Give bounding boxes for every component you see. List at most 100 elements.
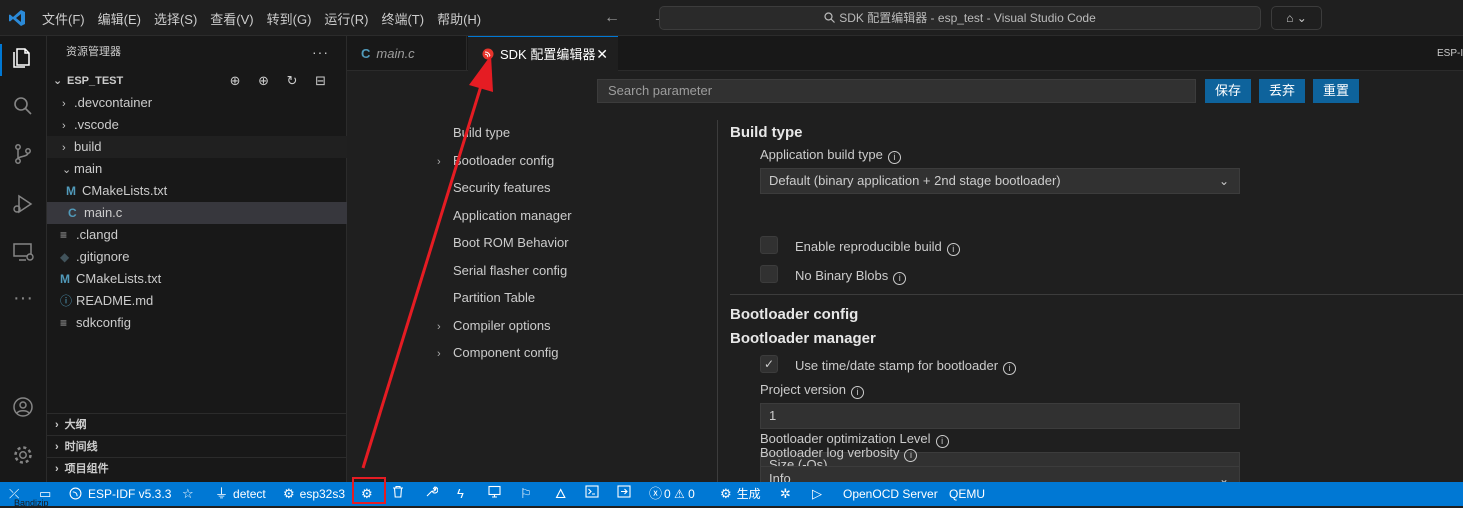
search-icon: [824, 12, 836, 23]
port-detect[interactable]: ⏚ detect: [215, 485, 266, 503]
source-control-icon[interactable]: [11, 142, 35, 166]
nav-item-label: Serial flasher config: [453, 263, 568, 278]
active-indicator: [0, 44, 2, 76]
project-version-label: Project version i: [760, 382, 864, 399]
save-button[interactable]: 保存: [1205, 79, 1251, 103]
nav-item-label: Build type: [453, 125, 511, 140]
nav-item-security-features[interactable]: Security features: [437, 177, 551, 199]
menu-file[interactable]: 文件(F): [42, 9, 85, 28]
tab-right-label[interactable]: ESP-I: [1437, 36, 1463, 71]
app-build-type-select[interactable]: Default (binary application + 2nd stage …: [760, 168, 1240, 194]
nav-item-serial-flasher-config[interactable]: Serial flasher config: [437, 260, 567, 282]
build-type-heading: Build type: [730, 124, 803, 141]
info-icon[interactable]: i: [887, 151, 901, 164]
tree-item-readme[interactable]: ⓘ README.md: [47, 290, 347, 312]
esp-idf-version[interactable]: ESP-IDF v5.3.3: [69, 485, 171, 503]
qemu[interactable]: QEMU: [949, 485, 985, 503]
command-center[interactable]: SDK 配置编辑器 - esp_test - Visual Studio Cod…: [659, 6, 1261, 30]
folder-tools-icons[interactable]: ⊕ ⊕ ↻ ⊟: [230, 70, 333, 92]
menu-help[interactable]: 帮助(H): [437, 9, 481, 28]
flash-icon[interactable]: ϟ: [457, 485, 469, 503]
tree-item-clangd[interactable]: ≡ .clangd: [47, 224, 347, 246]
target-chip[interactable]: ⚙ esp32s3: [283, 485, 345, 503]
tree-item-vscode[interactable]: › .vscode: [47, 114, 347, 136]
settings-gear-icon[interactable]: [11, 443, 35, 467]
copilot-button[interactable]: ⌂ ⌄: [1271, 6, 1322, 30]
tree-item-main[interactable]: ⌄ main: [47, 158, 347, 180]
project-version-input[interactable]: 1: [760, 403, 1240, 429]
menu-view[interactable]: 查看(V): [210, 9, 253, 28]
tree-item-devcontainer[interactable]: › .devcontainer: [47, 92, 347, 114]
remote-explorer-icon[interactable]: [11, 240, 35, 264]
menu-terminal[interactable]: 终端(T): [381, 9, 424, 28]
terminal-icon[interactable]: [585, 485, 599, 503]
tree-item-sdkconfig[interactable]: ≡ sdkconfig: [47, 312, 347, 334]
nav-item-application-manager[interactable]: Application manager: [437, 205, 572, 227]
debug-icon[interactable]: ⚐: [520, 485, 537, 503]
account-icon[interactable]: [11, 395, 35, 419]
vscode-logo-icon[interactable]: [8, 9, 26, 27]
section-timeline[interactable]: › 时间线: [47, 435, 347, 457]
section-project-components[interactable]: › 项目组件: [47, 457, 347, 479]
reproducible-build-checkbox[interactable]: [760, 236, 778, 254]
tree-item-gitignore[interactable]: ◆ .gitignore: [47, 246, 347, 268]
timestamp-label: Use time/date stamp for bootloader i: [795, 358, 1017, 375]
label-text: Project version: [760, 382, 846, 397]
more-actions-icon[interactable]: ···: [312, 36, 329, 69]
tree-item-cmakelists-main[interactable]: M CMakeLists.txt: [47, 180, 347, 202]
tab-main-c[interactable]: Cmain.c: [347, 36, 467, 71]
tree-item-cmakelists-root[interactable]: M CMakeLists.txt: [47, 268, 347, 290]
fullclean-trash-icon[interactable]: [392, 485, 404, 503]
info-icon[interactable]: i: [946, 243, 960, 256]
nav-item-label: Partition Table: [453, 290, 536, 305]
timestamp-checkbox[interactable]: ✓: [760, 355, 778, 373]
build-task[interactable]: ⚙ 生成: [720, 485, 761, 503]
gear-icon: ⚙: [720, 486, 732, 501]
tree-item-build[interactable]: › build: [47, 136, 347, 158]
menu-edit[interactable]: 编辑(E): [98, 9, 141, 28]
nav-item-build-type[interactable]: Build type: [437, 122, 510, 144]
nav-item-partition-table[interactable]: Partition Table: [437, 287, 535, 309]
nav-item-bootloader-config[interactable]: › Bootloader config: [437, 150, 554, 172]
menu-selection[interactable]: 选择(S): [154, 9, 197, 28]
openocd-server[interactable]: OpenOCD Server: [843, 485, 938, 503]
nav-item-label: Bootloader config: [453, 153, 555, 168]
build-wrench-icon[interactable]: [425, 485, 439, 503]
bug-icon[interactable]: ✲: [780, 485, 796, 503]
run-debug-icon[interactable]: [11, 192, 35, 216]
no-binary-blobs-checkbox[interactable]: [760, 265, 778, 283]
workspace-folder[interactable]: ⌄ ESP_TEST ⊕ ⊕ ↻ ⊟: [47, 70, 347, 92]
menu-run[interactable]: 运行(R): [324, 9, 368, 28]
explorer-icon[interactable]: [11, 46, 35, 70]
problems-indicator[interactable]: ⓧ 0 ⚠ 0: [649, 485, 695, 503]
close-icon[interactable]: ✕: [596, 37, 608, 72]
tree-item-main-c[interactable]: Cmain.c: [47, 202, 347, 224]
monitor-icon[interactable]: [488, 485, 501, 503]
nav-item-component-config[interactable]: › Component config: [437, 342, 559, 364]
info-icon[interactable]: i: [893, 272, 907, 285]
run-task-icon[interactable]: [617, 485, 631, 503]
info-icon[interactable]: i: [935, 435, 949, 448]
info-icon[interactable]: i: [850, 386, 864, 399]
discard-button[interactable]: 丢弃: [1259, 79, 1305, 103]
trash-icon: [393, 485, 403, 498]
title-bar: 文件(F) 编辑(E) 选择(S) 查看(V) 转到(G) 运行(R) 终端(T…: [0, 0, 1463, 36]
chevron-right-icon: ›: [62, 142, 66, 154]
chevron-right-icon: ›: [437, 321, 441, 333]
workspace-folder-name: ESP_TEST: [67, 75, 124, 87]
more-icon[interactable]: ···: [11, 286, 35, 310]
flame-icon[interactable]: 🜂: [555, 485, 571, 503]
search-icon[interactable]: [11, 94, 35, 118]
info-icon[interactable]: i: [1003, 362, 1017, 375]
info-icon[interactable]: i: [904, 449, 918, 462]
search-parameter-input[interactable]: Search parameter: [597, 79, 1196, 103]
star-icon[interactable]: ☆: [182, 485, 199, 503]
nav-item-compiler-options[interactable]: › Compiler options: [437, 315, 551, 337]
menu-go[interactable]: 转到(G): [267, 9, 312, 28]
log-verbosity-select[interactable]: Info ⌄: [760, 466, 1240, 482]
reset-button[interactable]: 重置: [1313, 79, 1359, 103]
tab-sdk-config-editor[interactable]: SDK 配置编辑器 ✕: [468, 36, 618, 71]
section-outline[interactable]: › 大纲: [47, 413, 347, 435]
play-icon[interactable]: ▷: [812, 485, 827, 503]
nav-item-boot-rom-behavior[interactable]: Boot ROM Behavior: [437, 232, 569, 254]
